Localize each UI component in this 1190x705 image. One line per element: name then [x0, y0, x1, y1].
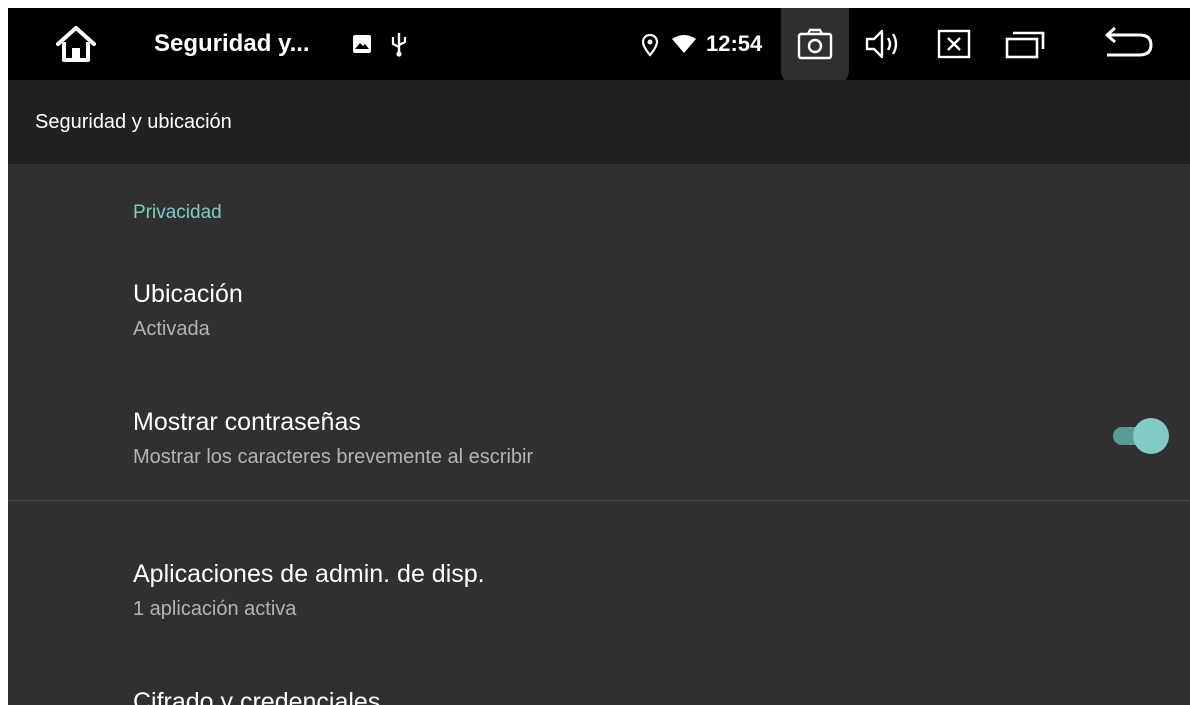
image-icon	[350, 32, 374, 56]
status-bar: Seguridad y... 12:54	[8, 8, 1190, 88]
clock: 12:54	[706, 31, 763, 56]
pref-device-admin-title: Aplicaciones de admin. de disp.	[133, 560, 485, 588]
toggle-thumb	[1133, 418, 1169, 454]
pref-encryption-title: Cifrado y credenciales	[133, 688, 381, 705]
pref-device-admin[interactable]: Aplicaciones de admin. de disp. 1 aplica…	[8, 536, 1190, 636]
pref-encryption[interactable]: Cifrado y credenciales	[8, 664, 1190, 705]
volume-icon[interactable]	[863, 26, 905, 62]
page-title: Seguridad y ubicación	[35, 111, 232, 133]
toolbar: Seguridad y ubicación	[8, 80, 1190, 164]
recents-icon[interactable]	[1003, 28, 1047, 60]
app-title: Seguridad y...	[154, 30, 310, 57]
pref-show-passwords-title: Mostrar contraseñas	[133, 408, 361, 436]
pref-location[interactable]: Ubicación Activada	[8, 256, 1190, 356]
pref-location-title: Ubicación	[133, 280, 243, 308]
android-screen: Seguridad y... 12:54 Seguridad y ubicaci…	[8, 8, 1190, 705]
close-app-icon[interactable]	[935, 28, 973, 60]
location-icon	[640, 32, 660, 58]
divider	[8, 500, 1190, 501]
pref-show-passwords[interactable]: Mostrar contraseñas Mostrar los caracter…	[8, 384, 1190, 494]
show-passwords-toggle[interactable]	[1111, 416, 1169, 456]
pref-location-summary: Activada	[133, 318, 210, 340]
pref-device-admin-summary: 1 aplicación activa	[133, 598, 297, 620]
wifi-icon	[670, 32, 698, 56]
home-icon[interactable]	[50, 20, 102, 68]
back-icon[interactable]	[1102, 24, 1158, 64]
pref-show-passwords-summary: Mostrar los caracteres brevemente al esc…	[133, 446, 534, 468]
screenshot-icon[interactable]	[795, 26, 835, 62]
usb-icon	[388, 30, 410, 58]
section-header-privacy: Privacidad	[133, 202, 222, 223]
